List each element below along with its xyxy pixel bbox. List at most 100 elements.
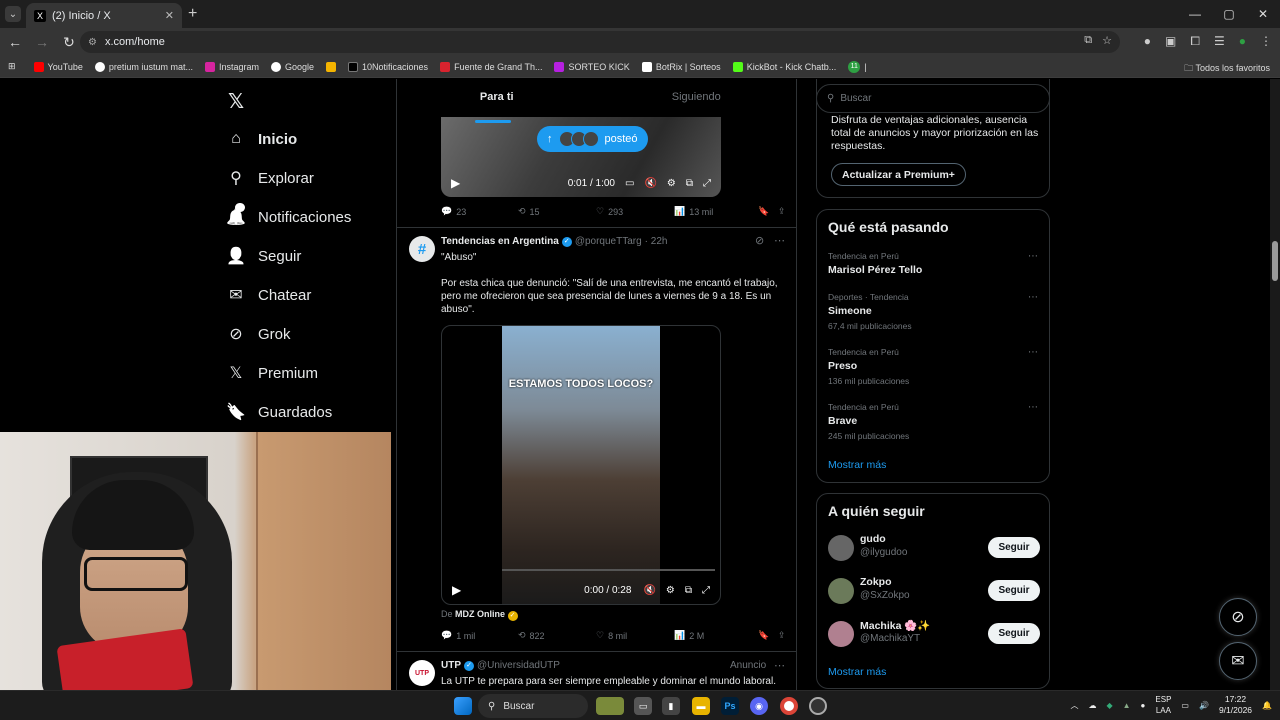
- sidebar-item-notificaciones[interactable]: 🔔 2 Notificaciones: [226, 203, 351, 227]
- upgrade-premium-button[interactable]: Actualizar a Premium+: [831, 163, 966, 186]
- bookmark-youtube[interactable]: YouTube: [33, 61, 83, 72]
- follow-suggestion[interactable]: Zokpo @SxZokpo Seguir: [828, 576, 1040, 606]
- extension-icon[interactable]: ●: [1144, 34, 1151, 49]
- fullscreen-icon[interactable]: ⤢: [703, 178, 711, 189]
- taskbar-search[interactable]: ⚲ Buscar: [478, 694, 588, 718]
- pip-icon[interactable]: ⧉: [685, 585, 692, 596]
- show-more-trends-link[interactable]: Mostrar más: [828, 459, 886, 471]
- views-button[interactable]: 📊 13 mil: [674, 206, 758, 217]
- back-icon[interactable]: ←: [3, 34, 27, 50]
- mute-icon[interactable]: 🔇: [643, 585, 655, 596]
- widgets-icon[interactable]: [596, 697, 624, 715]
- extension-icon-2[interactable]: ▣: [1165, 34, 1176, 49]
- reading-list-icon[interactable]: ☰: [1214, 34, 1225, 49]
- bookmark-10notificaciones[interactable]: 10Notificaciones: [348, 61, 428, 72]
- tray-chevron-icon[interactable]: ︿: [1070, 700, 1078, 711]
- maximize-button[interactable]: ▢: [1212, 0, 1246, 28]
- avatar[interactable]: UTP: [409, 660, 435, 686]
- more-options-icon[interactable]: ⋯: [1028, 292, 1038, 303]
- bookmark-sorteo-kick[interactable]: SORTEO KICK: [554, 61, 630, 72]
- tweet-time[interactable]: · 22h: [645, 236, 668, 247]
- search-input[interactable]: ⚲ Buscar: [816, 84, 1050, 113]
- windows-start-icon[interactable]: [454, 697, 472, 715]
- author-name[interactable]: UTP: [441, 660, 461, 671]
- share-icon[interactable]: ⇪: [778, 206, 786, 217]
- forward-icon[interactable]: →: [30, 34, 54, 50]
- grok-fab-icon[interactable]: ⊘: [1219, 598, 1257, 636]
- photoshop-icon[interactable]: Ps: [721, 697, 739, 715]
- more-options-icon[interactable]: ⋯: [1028, 251, 1038, 262]
- like-button[interactable]: ♡ 293: [596, 206, 674, 217]
- sidebar-item-inicio[interactable]: ⌂ Inicio: [226, 129, 297, 149]
- pip-icon[interactable]: ⧉: [686, 178, 693, 189]
- task-view-icon[interactable]: ▭: [634, 697, 652, 715]
- new-tab-button[interactable]: +: [188, 5, 197, 23]
- author-name[interactable]: Tendencias en Argentina: [441, 236, 559, 247]
- tab-search-icon[interactable]: ⌄: [5, 6, 21, 22]
- share-icon[interactable]: ⇪: [778, 630, 786, 641]
- like-button[interactable]: ♡ 8 mil: [596, 630, 674, 641]
- tray-app-icon[interactable]: ☁: [1088, 701, 1096, 710]
- grok-icon[interactable]: ⊘: [755, 234, 764, 247]
- sidebar-item-guardados[interactable]: 🔖 Guardados: [226, 402, 332, 422]
- trend-item[interactable]: Tendencia en Perú Preso 136 mil publicac…: [828, 347, 1038, 386]
- trend-item[interactable]: Deportes · Tendencia Simeone 67,4 mil pu…: [828, 292, 1038, 331]
- retweet-button[interactable]: ⟲ 15: [518, 206, 596, 217]
- install-app-icon[interactable]: ⧉: [1084, 34, 1092, 47]
- discord-icon[interactable]: ◉: [750, 697, 768, 715]
- sidebar-item-explorar[interactable]: ⚲ Explorar: [226, 168, 314, 188]
- views-button[interactable]: 📊 2 M: [674, 630, 758, 641]
- sidebar-item-chatear[interactable]: ✉ Chatear: [226, 285, 311, 305]
- avatar[interactable]: [828, 535, 854, 561]
- reply-button[interactable]: 💬 23: [441, 206, 518, 217]
- bookmark-icon[interactable]: 🔖: [758, 206, 778, 217]
- more-options-icon[interactable]: ⋯: [774, 234, 785, 247]
- follow-suggestion[interactable]: Machika 🌸✨ @MachikaYT Seguir: [828, 619, 1040, 649]
- tray-app-icon[interactable]: ●: [1141, 701, 1146, 710]
- tab-para-ti[interactable]: Para ti: [397, 79, 597, 123]
- minimize-button[interactable]: —: [1178, 0, 1212, 28]
- browser-menu-icon[interactable]: ⋮: [1260, 34, 1272, 49]
- language-indicator[interactable]: ESP LAA: [1155, 694, 1171, 716]
- author-handle[interactable]: @UniversidadUTP: [477, 660, 560, 671]
- follow-button[interactable]: Seguir: [988, 537, 1040, 558]
- notification-icon[interactable]: 🔔: [1262, 701, 1272, 710]
- video-progress-bar[interactable]: [502, 569, 715, 571]
- obs-icon[interactable]: [809, 697, 827, 715]
- tray-app-icon[interactable]: ◆: [1106, 701, 1112, 710]
- more-options-icon[interactable]: ⋯: [774, 659, 785, 672]
- more-options-icon[interactable]: ⋯: [1028, 347, 1038, 358]
- bookmark-botrix[interactable]: BotRix | Sorteos: [641, 61, 721, 72]
- avatar[interactable]: [828, 578, 854, 604]
- sidebar-item-seguir[interactable]: 👤 Seguir: [226, 246, 301, 266]
- bookmark-star-icon[interactable]: ☆: [1102, 34, 1112, 47]
- bookmark-unnamed[interactable]: [326, 61, 337, 72]
- trend-item[interactable]: Tendencia en Perú Brave 245 mil publicac…: [828, 402, 1038, 441]
- reload-icon[interactable]: ↻: [57, 34, 81, 51]
- captions-icon[interactable]: ▭: [625, 178, 634, 189]
- all-bookmarks-folder[interactable]: 🗀 Todos los favoritos: [1184, 61, 1270, 77]
- bookmark-icon[interactable]: 🔖: [758, 630, 778, 641]
- retweet-button[interactable]: ⟲ 822: [518, 630, 596, 641]
- trend-item[interactable]: Tendencia en Perú Marisol Pérez Tello ⋯: [828, 251, 1038, 276]
- network-icon[interactable]: ▭: [1181, 701, 1189, 710]
- sidebar-item-premium[interactable]: 𝕏 Premium: [226, 363, 318, 383]
- video-player[interactable]: ESTAMOS TODOS LOCOS? ▶ 0:00 / 0:28 🔇 ⚙ ⧉…: [441, 325, 721, 605]
- browser-tab[interactable]: X (2) Inicio / X ✕: [26, 3, 182, 28]
- address-bar[interactable]: ⚙ x.com/home ⧉ ☆: [80, 31, 1120, 53]
- bookmark-grand-theft[interactable]: Fuente de Grand Th...: [440, 61, 542, 72]
- follow-button[interactable]: Seguir: [988, 623, 1040, 644]
- new-posts-pill[interactable]: ↑ posteó: [537, 126, 648, 152]
- avatar[interactable]: [828, 621, 854, 647]
- file-explorer-icon[interactable]: ▬: [692, 697, 710, 715]
- profile-avatar-icon[interactable]: ●: [1239, 34, 1246, 49]
- bookmark-folder-11[interactable]: 11 |: [848, 60, 867, 73]
- fullscreen-icon[interactable]: ⤢: [702, 585, 710, 596]
- apps-grid-icon[interactable]: ⊞: [8, 61, 16, 72]
- app-icon[interactable]: ▮: [662, 697, 680, 715]
- follow-button[interactable]: Seguir: [988, 580, 1040, 601]
- bookmark-pretium[interactable]: pretium iustum mat...: [94, 61, 193, 72]
- settings-icon[interactable]: ⚙: [667, 178, 676, 189]
- clock[interactable]: 17:22 9/1/2026: [1219, 694, 1252, 716]
- sidebar-item-grok[interactable]: ⊘ Grok: [226, 324, 290, 344]
